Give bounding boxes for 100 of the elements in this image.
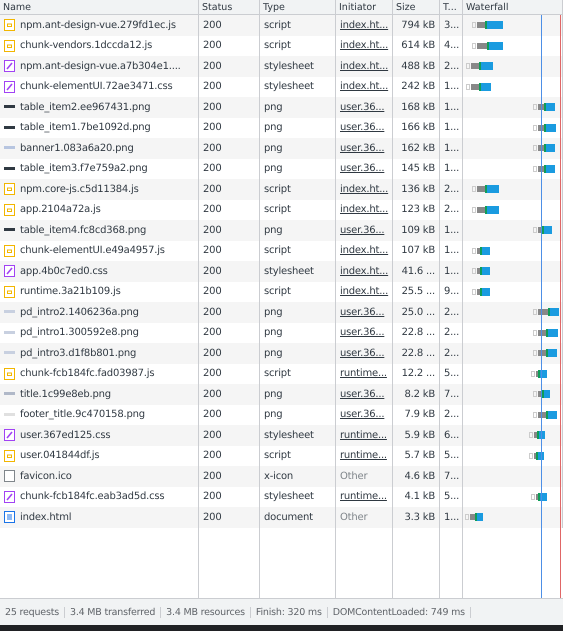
size-value: 22.8 ... — [402, 348, 435, 359]
request-name[interactable]: table_item3.f7e759a2.png — [20, 163, 148, 174]
status-code: 200 — [203, 163, 222, 174]
status-code: 200 — [203, 102, 222, 113]
request-name[interactable]: pd_intro2.1406236a.png — [20, 306, 139, 318]
initiator-link[interactable]: index.ht... — [340, 245, 388, 256]
request-name[interactable]: app.2104a72a.js — [20, 204, 101, 216]
status-text: DOMContentLoaded: 749 ms — [328, 606, 471, 618]
status-code: 200 — [203, 430, 222, 441]
resource-type: png — [264, 163, 282, 174]
request-name[interactable]: chunk-vendors.1dccda12.js — [20, 40, 152, 52]
column-header[interactable]: Type — [263, 2, 285, 12]
initiator-link[interactable]: index.ht... — [340, 266, 388, 277]
request-name[interactable]: table_item2.ee967431.png — [20, 102, 150, 113]
request-name[interactable]: user.367ed125.css — [20, 430, 110, 441]
size-value: 136 kB — [401, 184, 435, 195]
time-value: 2... — [444, 60, 460, 72]
request-name[interactable]: runtime.3a21b109.js — [20, 286, 121, 298]
initiator-link[interactable]: user.36... — [340, 224, 384, 236]
initiator-link[interactable]: user.36... — [340, 327, 384, 338]
request-name[interactable]: table_item4.fc8cd368.png — [20, 224, 146, 236]
status-code: 200 — [203, 266, 222, 277]
request-name[interactable]: npm.ant-design-vue.279fd1ec.js — [20, 20, 176, 31]
request-name[interactable]: table_item1.7be1092d.png — [20, 122, 151, 134]
timing-bar-drawing — [533, 410, 560, 419]
initiator-link[interactable]: runtime... — [340, 491, 387, 502]
timing-bar-drawing — [533, 164, 558, 173]
initiator-link[interactable]: runtime... — [340, 368, 387, 380]
initiator-link[interactable]: index.ht... — [340, 40, 388, 52]
initiator-link[interactable]: index.ht... — [340, 81, 388, 92]
size-value: 162 kB — [401, 142, 435, 154]
request-name[interactable]: index.html — [20, 512, 72, 523]
initiator-link[interactable]: user.36... — [340, 122, 384, 134]
request-name[interactable]: pd_intro3.d1f8b801.png — [20, 348, 136, 359]
script-file-icon — [4, 368, 15, 380]
request-name[interactable]: npm.ant-design-vue.a7b304e1.... — [20, 60, 181, 72]
request-name[interactable]: npm.core-js.c5d11384.js — [20, 184, 139, 195]
column-header[interactable]: Name — [3, 2, 32, 12]
initiator-link[interactable]: index.ht... — [340, 204, 388, 216]
resource-type: script — [264, 245, 291, 256]
timing-bar-drawing — [472, 42, 506, 50]
request-name[interactable]: footer_title.9c470158.png — [20, 409, 145, 420]
request-name[interactable]: app.4b0c7ed0.css — [20, 266, 108, 277]
script-file-icon — [4, 183, 15, 196]
initiator-link[interactable]: user.36... — [340, 102, 384, 113]
resource-type: stylesheet — [264, 430, 314, 441]
initiator-link[interactable]: user.36... — [340, 409, 384, 420]
request-name[interactable]: pd_intro1.300592e8.png — [20, 327, 139, 338]
timing-bar-drawing — [465, 513, 486, 522]
resource-type: script — [264, 368, 291, 380]
request-name[interactable]: title.1c99e8eb.png — [20, 388, 111, 400]
size-value: 107 kB — [401, 245, 435, 256]
initiator-link[interactable]: index.ht... — [340, 184, 388, 195]
status-code: 200 — [203, 245, 222, 256]
time-value: 3... — [444, 20, 460, 31]
request-name[interactable]: chunk-fcb184fc.fad03987.js — [20, 368, 154, 380]
initiator-link[interactable]: index.ht... — [340, 286, 388, 298]
time-value: 2... — [444, 306, 460, 318]
initiator-link[interactable]: index.ht... — [340, 60, 388, 72]
status-code: 200 — [203, 122, 222, 134]
initiator-link[interactable]: index.ht... — [340, 20, 388, 31]
status-code: 200 — [203, 512, 222, 523]
stylesheet-file-icon — [4, 265, 15, 278]
initiator-link[interactable]: runtime... — [340, 450, 387, 462]
resource-type: document — [264, 512, 313, 523]
status-code: 200 — [203, 306, 222, 318]
request-name[interactable]: favicon.ico — [20, 470, 72, 482]
initiator-link[interactable]: user.36... — [340, 142, 384, 154]
request-name[interactable]: chunk-elementUI.72ae3471.css — [20, 81, 173, 92]
column-header[interactable]: Status — [202, 2, 232, 12]
resource-type: png — [264, 327, 282, 338]
initiator-link[interactable]: runtime... — [340, 430, 387, 441]
resource-type: script — [264, 184, 291, 195]
request-name[interactable]: banner1.083a6a20.png — [20, 142, 134, 154]
request-name[interactable]: chunk-elementUI.e49a4957.js — [20, 245, 165, 256]
column-header[interactable]: T... — [443, 2, 457, 12]
resource-type: stylesheet — [264, 81, 314, 92]
time-value: 1... — [444, 122, 460, 134]
initiator-link[interactable]: user.36... — [340, 388, 384, 400]
initiator-link[interactable]: user.36... — [340, 163, 384, 174]
column-header[interactable]: Initiator — [339, 2, 376, 12]
request-name[interactable]: user.041844df.js — [20, 450, 100, 462]
column-header[interactable]: Waterfall — [466, 2, 509, 12]
time-value: 1... — [444, 266, 460, 277]
initiator-link[interactable]: user.36... — [340, 306, 384, 318]
column-header[interactable]: Size — [396, 2, 416, 12]
size-value: 22.8 ... — [402, 327, 435, 338]
stylesheet-file-icon — [4, 490, 15, 503]
resource-type: script — [264, 450, 291, 462]
resource-type: png — [264, 388, 282, 400]
size-value: 5.9 kB — [404, 430, 435, 441]
initiator-link[interactable]: user.36... — [340, 348, 384, 359]
timing-bar-drawing — [533, 390, 553, 398]
size-value: 12.2 ... — [402, 368, 435, 380]
script-file-icon — [4, 40, 15, 52]
timing-bar-drawing — [531, 492, 550, 501]
request-name[interactable]: chunk-fcb184fc.eab3ad5d.css — [20, 491, 164, 502]
script-file-icon — [4, 286, 15, 298]
size-value: 166 kB — [401, 122, 435, 134]
stylesheet-file-icon — [4, 60, 15, 72]
